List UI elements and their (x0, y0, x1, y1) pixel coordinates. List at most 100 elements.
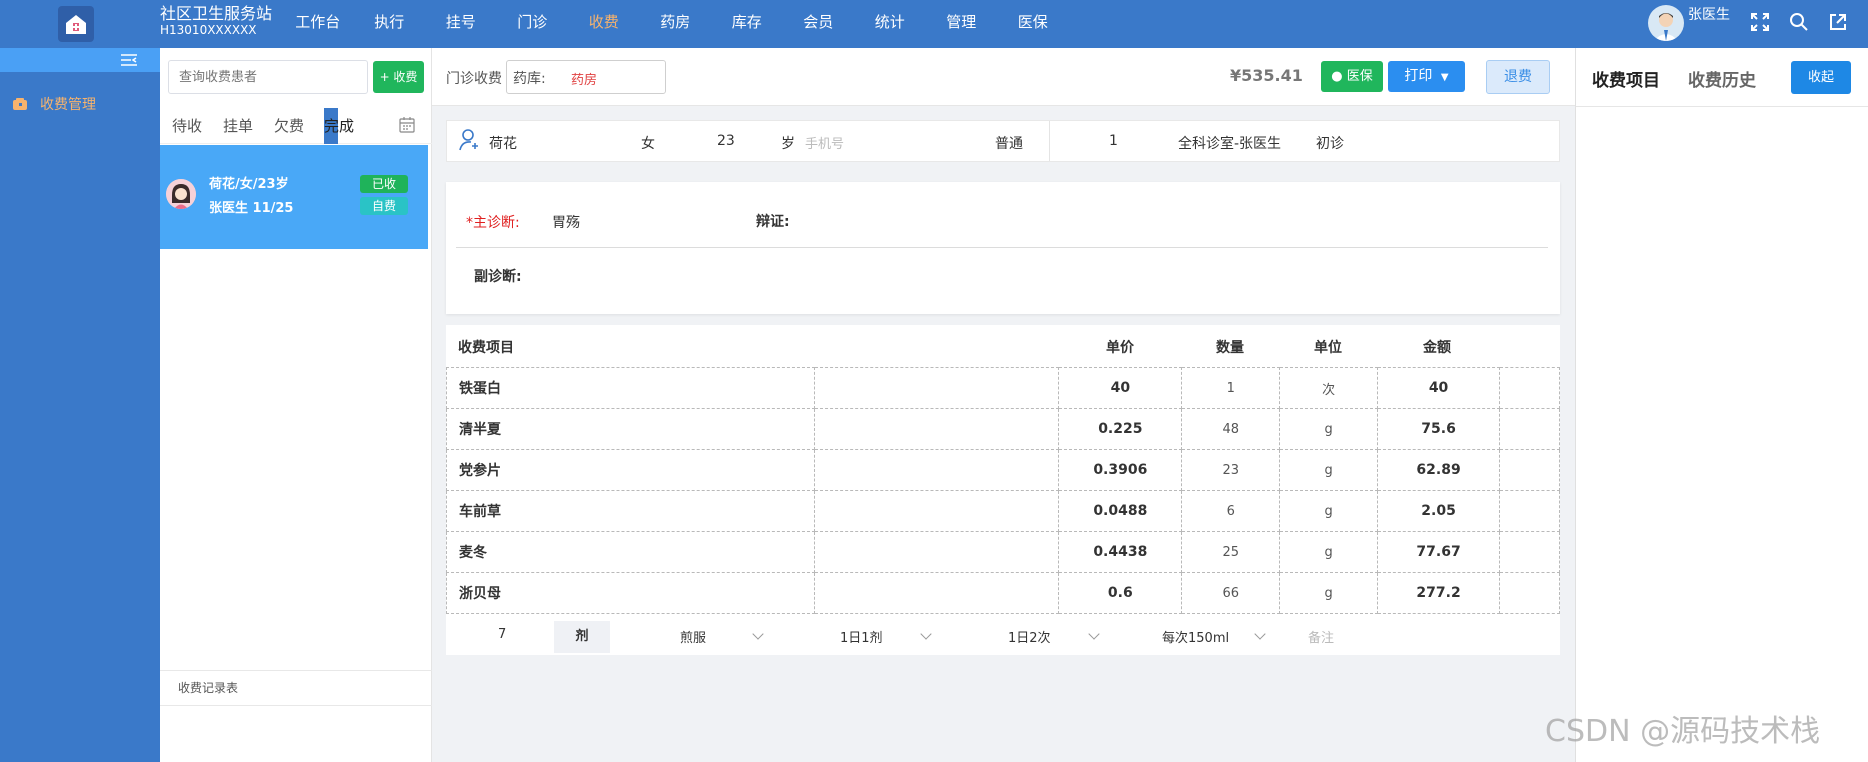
search-patient-input[interactable] (168, 60, 368, 94)
header-amount: 金额 (1423, 340, 1451, 356)
diagnosis-panel: *主诊断: 胃殇 辩证: 副诊断: (446, 182, 1560, 314)
print-button-label: 打印 (1404, 68, 1433, 84)
note-field[interactable]: 备注 (1308, 627, 1334, 646)
sidebar-item-charge-management[interactable]: 收费管理 (12, 94, 96, 114)
chevron-down-icon[interactable] (752, 628, 764, 640)
fee-row[interactable]: 车前草 0.0488 6 g 2.05 (446, 490, 1560, 532)
chevron-down-icon[interactable] (1254, 628, 1266, 640)
fee-item-name: 麦冬 (446, 531, 815, 573)
fee-item-price: 0.6 (1058, 572, 1183, 614)
print-button[interactable]: 打印 ▼ (1388, 61, 1465, 92)
fee-item-qty: 23 (1181, 449, 1281, 491)
collapse-button[interactable]: 收起 (1791, 61, 1851, 94)
nav-item-insurance[interactable]: 医保 (997, 0, 1069, 48)
fee-item-qty: 48 (1181, 408, 1281, 450)
menu-fold-icon[interactable] (120, 53, 138, 71)
fee-item-qty: 25 (1181, 531, 1281, 573)
chevron-down-icon: ▼ (1440, 72, 1449, 83)
divider (1576, 106, 1868, 107)
nav-item-execute[interactable]: 执行 (354, 0, 426, 48)
wallet-icon (12, 96, 28, 112)
chevron-down-icon[interactable] (1088, 628, 1100, 640)
fee-item-name: 车前草 (446, 490, 815, 532)
fee-item-name: 铁蛋白 (446, 367, 815, 409)
fee-item-spec (813, 408, 1060, 450)
tab-on-hold[interactable]: 挂单 (223, 108, 253, 144)
fee-item-name: 浙贝母 (446, 572, 815, 614)
fee-table: 铁蛋白 40 1 次 40 清半夏 0.225 48 g 75.6 党参片 0.3906 23 g 62.8… (446, 367, 1560, 614)
status-badge: 已收 (360, 175, 408, 193)
phone-field[interactable]: 手机号 (805, 133, 844, 152)
app-code: H13010XXXXXX (160, 23, 257, 37)
fee-item-price: 40 (1058, 367, 1183, 409)
nav-item-outpatient[interactable]: 门诊 (497, 0, 569, 48)
fee-item-unit: g (1279, 490, 1379, 532)
fee-item-spec (813, 572, 1060, 614)
tab-pending[interactable]: 待收 (172, 108, 202, 144)
tab-fee-items[interactable]: 收费项目 (1592, 66, 1660, 91)
usage-select[interactable]: 煎服 (680, 627, 706, 646)
fee-item-spec (813, 449, 1060, 491)
fee-item-action (1499, 408, 1560, 450)
fullscreen-icon[interactable] (1748, 10, 1772, 34)
calendar-icon[interactable] (398, 116, 416, 138)
per-dose-select[interactable]: 每次150ml (1162, 627, 1229, 646)
app-logo-icon[interactable] (58, 6, 94, 42)
fee-item-name: 党参片 (446, 449, 815, 491)
chevron-down-icon[interactable] (920, 628, 932, 640)
fee-item-qty: 1 (1181, 367, 1281, 409)
patient-card[interactable]: 荷花/女/23岁 张医生 11/25 已收 自费 (160, 145, 428, 249)
insurance-button[interactable]: ● 医保 (1321, 61, 1383, 92)
fee-item-amount: 40 (1377, 367, 1501, 409)
age-unit: 岁 (781, 136, 795, 152)
tab-completed[interactable]: 完成 (324, 108, 354, 144)
header-item: 收费项目 (458, 340, 514, 356)
sidebar-toggle[interactable] (0, 48, 160, 72)
fee-item-spec (813, 531, 1060, 573)
nav-item-register[interactable]: 挂号 (425, 0, 497, 48)
syndrome-label: 辩证: (756, 214, 790, 230)
page-title: 门诊收费 (446, 71, 502, 87)
user-name[interactable]: 张医生 (1688, 4, 1730, 24)
charge-records-header: 收费记录表 (160, 670, 432, 706)
nav-item-pharmacy[interactable]: 药房 (640, 0, 712, 48)
nav-item-workbench[interactable]: 工作台 (282, 0, 354, 48)
fee-item-amount: 277.2 (1377, 572, 1501, 614)
new-charge-button[interactable]: + 收费 (373, 61, 424, 93)
fee-row[interactable]: 麦冬 0.4438 25 g 77.67 (446, 531, 1560, 573)
nav-item-manage[interactable]: 管理 (926, 0, 998, 48)
user-avatar[interactable] (1648, 5, 1684, 41)
frequency-day-select[interactable]: 1日1剂 (840, 627, 883, 646)
fee-item-spec (813, 490, 1060, 532)
pharmacy-select[interactable]: 药库: 药房 (506, 60, 666, 94)
frequency-times-select[interactable]: 1日2次 (1008, 627, 1051, 646)
tab-arrears[interactable]: 欠费 (274, 108, 304, 144)
fee-item-spec (813, 367, 1060, 409)
refund-button[interactable]: 退费 (1486, 60, 1550, 94)
fee-row[interactable]: 浙贝母 0.6 66 g 277.2 (446, 572, 1560, 614)
search-icon[interactable] (1787, 10, 1811, 34)
nav-item-inventory[interactable]: 库存 (711, 0, 783, 48)
fee-item-qty: 66 (1181, 572, 1281, 614)
total-amount: ¥535.41 (1230, 66, 1303, 85)
nav-item-member[interactable]: 会员 (783, 0, 855, 48)
external-link-icon[interactable] (1826, 10, 1850, 34)
dose-unit: 剂 (554, 621, 610, 653)
patient-list-panel: + 收费 待收 挂单 欠费 完成 荷花/女/23岁 张医生 11/25 已收 自… (160, 48, 432, 762)
fee-item-amount: 2.05 (1377, 490, 1501, 532)
secondary-diagnosis-label: 副诊断: (474, 269, 522, 285)
fee-item-unit: g (1279, 531, 1379, 573)
patient-age: 23 (717, 133, 735, 149)
department-doctor: 全科诊室-张医生 (1178, 136, 1282, 152)
patient-avatar (166, 179, 196, 209)
patient-card-summary: 荷花/女/23岁 (209, 177, 289, 192)
nav-item-charge[interactable]: 收费 (568, 0, 640, 48)
app-name: 社区卫生服务站 (160, 4, 273, 23)
dose-count[interactable]: 7 (498, 627, 506, 642)
fee-row[interactable]: 清半夏 0.225 48 g 75.6 (446, 408, 1560, 450)
nav-item-stats[interactable]: 统计 (854, 0, 926, 48)
fee-row[interactable]: 党参片 0.3906 23 g 62.89 (446, 449, 1560, 491)
fee-row[interactable]: 铁蛋白 40 1 次 40 (446, 367, 1560, 409)
patient-info-bar: 荷花 女 23 岁 手机号 普通 1 全科诊室-张医生 初诊 (446, 120, 1560, 162)
tab-fee-history[interactable]: 收费历史 (1688, 66, 1756, 91)
